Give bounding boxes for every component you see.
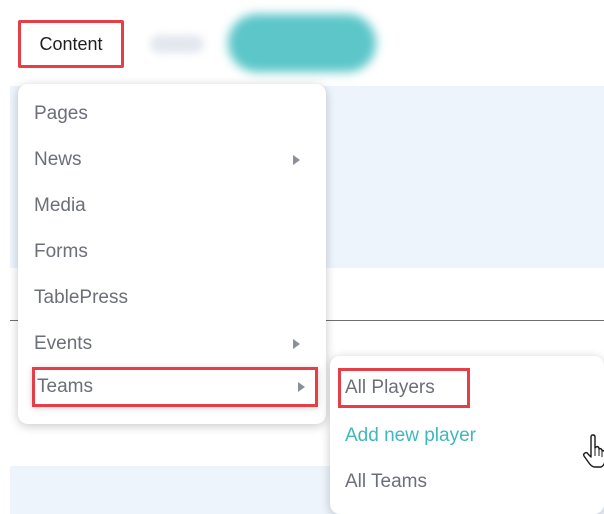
menu-item-label: Events <box>34 333 93 354</box>
submenu-item-label: All Players <box>345 377 435 398</box>
nav-content-menu[interactable]: Content <box>18 20 124 68</box>
menu-item-teams[interactable]: Teams <box>32 367 318 407</box>
hand-pointer-icon <box>582 434 604 468</box>
submenu-item-label: All Teams <box>345 471 428 492</box>
menu-item-forms[interactable]: Forms <box>18 229 326 275</box>
chevron-right-icon <box>293 155 300 165</box>
content-dropdown-menu: Pages News Media Forms TablePress Events… <box>18 84 326 424</box>
menu-item-tablepress[interactable]: TablePress <box>18 275 326 321</box>
top-nav-bar: Content <box>0 0 604 86</box>
menu-item-media[interactable]: Media <box>18 183 326 229</box>
chevron-right-icon <box>293 339 300 349</box>
menu-item-pages[interactable]: Pages <box>18 91 326 137</box>
menu-item-label: TablePress <box>34 287 128 308</box>
menu-item-label: News <box>34 149 82 170</box>
menu-item-label: Media <box>34 195 86 216</box>
menu-item-label: Pages <box>34 103 88 124</box>
teams-submenu: All Players Add new player All Teams <box>330 356 604 514</box>
menu-item-news[interactable]: News <box>18 137 326 183</box>
nav-blurred-button[interactable] <box>228 14 376 72</box>
menu-item-label: Teams <box>37 376 93 397</box>
submenu-item-label: Add new player <box>345 425 476 446</box>
nav-blurred-item[interactable] <box>150 35 204 53</box>
submenu-item-all-players[interactable]: All Players <box>338 368 470 408</box>
menu-item-label: Forms <box>34 241 88 262</box>
menu-item-events[interactable]: Events <box>18 321 326 367</box>
chevron-right-icon <box>298 382 305 392</box>
submenu-item-add-new-player[interactable]: Add new player <box>330 413 604 459</box>
submenu-item-all-teams[interactable]: All Teams <box>330 459 604 505</box>
